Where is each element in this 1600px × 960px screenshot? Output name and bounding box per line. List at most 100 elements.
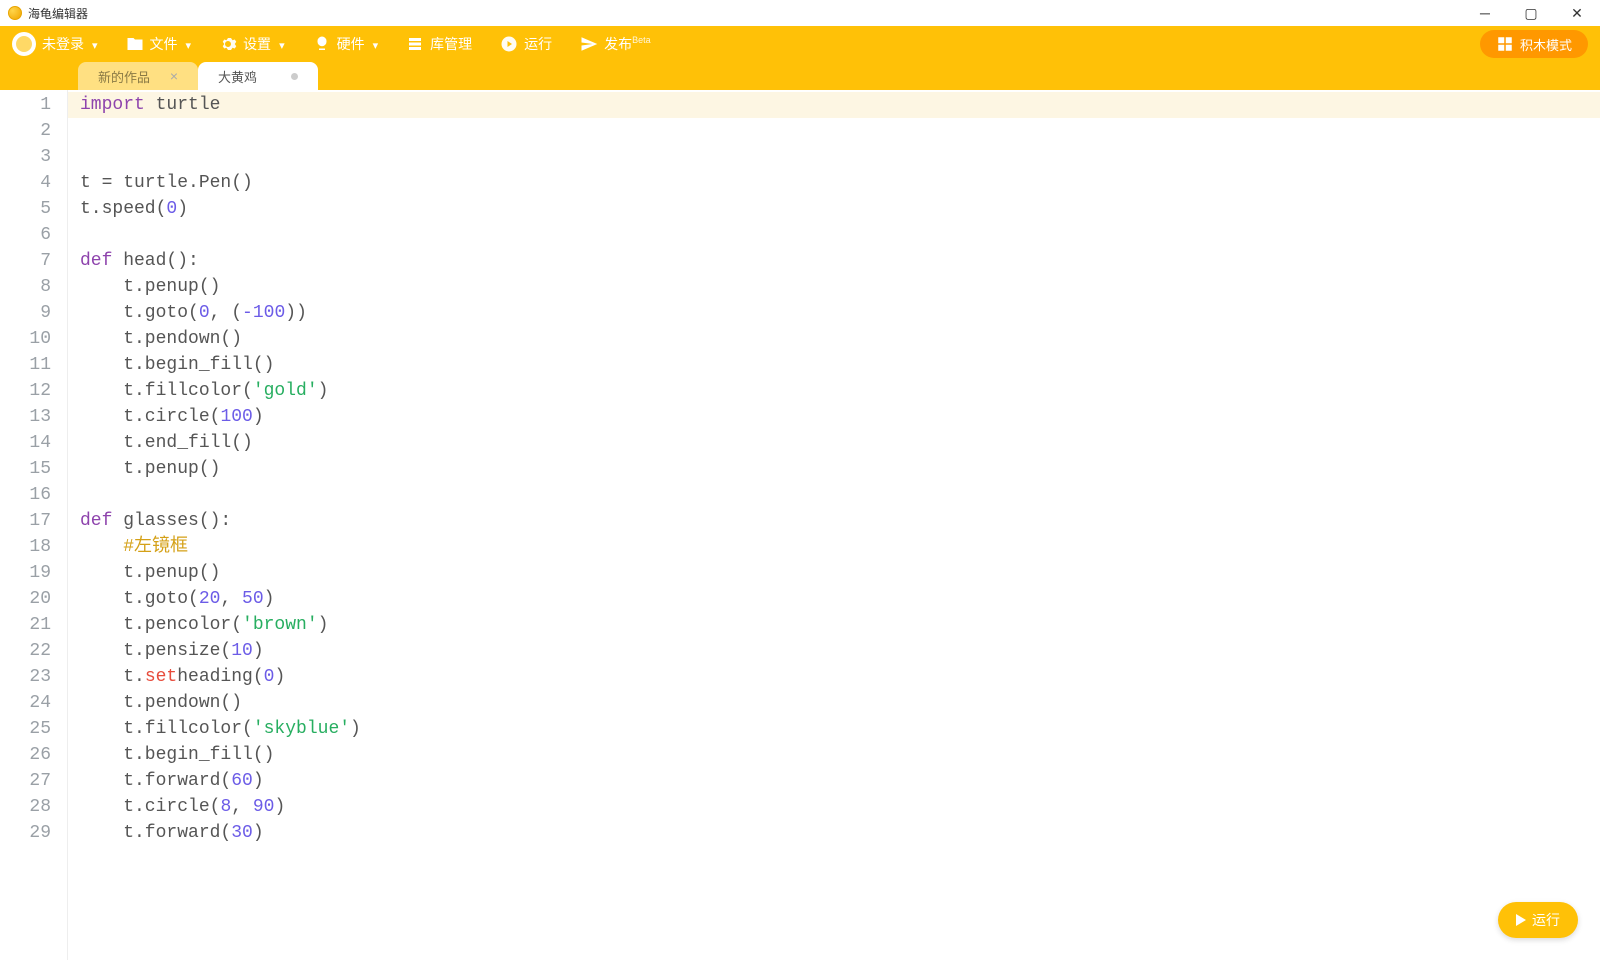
window-titlebar: 海龟编辑器 ─ ▢ ✕	[0, 0, 1600, 26]
main-toolbar: 未登录 文件 设置 硬件 库管理 运行 发布Beta	[0, 26, 1600, 62]
code-line[interactable]: #左镜框	[68, 534, 1600, 560]
code-line[interactable]: t.circle(100)	[68, 404, 1600, 430]
tab-label: 新的作品	[98, 67, 150, 86]
tab-new-project[interactable]: 新的作品 ×	[78, 62, 198, 90]
line-number: 13	[0, 404, 67, 430]
run-fab-button[interactable]: 运行	[1498, 902, 1578, 938]
tab-label: 大黄鸡	[218, 67, 257, 86]
line-number: 11	[0, 352, 67, 378]
line-number: 28	[0, 794, 67, 820]
chevron-down-icon	[371, 36, 379, 52]
line-number: 20	[0, 586, 67, 612]
line-number: 16	[0, 482, 67, 508]
code-line[interactable]: t.begin_fill()	[68, 742, 1600, 768]
line-number: 24	[0, 690, 67, 716]
line-number: 23	[0, 664, 67, 690]
window-close-button[interactable]: ✕	[1554, 0, 1600, 26]
line-number: 2	[0, 118, 67, 144]
file-label: 文件	[150, 34, 178, 54]
code-line[interactable]: def glasses():	[68, 508, 1600, 534]
line-number: 12	[0, 378, 67, 404]
code-line[interactable]: t = turtle.Pen()	[68, 170, 1600, 196]
code-line[interactable]: t.forward(30)	[68, 820, 1600, 846]
code-line[interactable]: t.pensize(10)	[68, 638, 1600, 664]
code-line[interactable]: t.goto(0, (-100))	[68, 300, 1600, 326]
line-number: 14	[0, 430, 67, 456]
play-icon	[1516, 914, 1526, 926]
code-line[interactable]: t.penup()	[68, 274, 1600, 300]
tab-close-icon[interactable]: ×	[170, 68, 178, 84]
code-line[interactable]: t.setheading(0)	[68, 664, 1600, 690]
code-line[interactable]: t.speed(0)	[68, 196, 1600, 222]
code-line[interactable]: t.begin_fill()	[68, 352, 1600, 378]
run-fab-label: 运行	[1532, 910, 1560, 930]
code-line[interactable]: t.circle(8, 90)	[68, 794, 1600, 820]
chevron-down-icon	[90, 36, 98, 52]
code-line[interactable]: t.goto(20, 50)	[68, 586, 1600, 612]
login-menu[interactable]: 未登录	[12, 32, 98, 56]
settings-menu[interactable]: 设置	[219, 34, 285, 54]
app-title: 海龟编辑器	[28, 5, 88, 22]
line-number: 26	[0, 742, 67, 768]
line-number: 18	[0, 534, 67, 560]
line-number: 25	[0, 716, 67, 742]
code-line[interactable]: t.pendown()	[68, 690, 1600, 716]
code-editor[interactable]: 1234567891011121314151617181920212223242…	[0, 90, 1600, 960]
run-button[interactable]: 运行	[500, 34, 552, 54]
line-number: 15	[0, 456, 67, 482]
line-number: 1	[0, 92, 67, 118]
code-line[interactable]: t.fillcolor('gold')	[68, 378, 1600, 404]
hardware-menu[interactable]: 硬件	[313, 34, 379, 54]
library-label: 库管理	[430, 34, 472, 54]
code-line[interactable]	[68, 118, 1600, 144]
block-mode-button[interactable]: 积木模式	[1480, 30, 1588, 58]
code-line[interactable]: def head():	[68, 248, 1600, 274]
tab-modified-dot-icon	[291, 73, 298, 80]
publish-button[interactable]: 发布Beta	[580, 34, 651, 54]
hardware-icon	[313, 35, 331, 53]
run-label: 运行	[524, 34, 552, 54]
publish-label: 发布Beta	[604, 34, 651, 54]
line-number: 10	[0, 326, 67, 352]
blocks-icon	[1496, 35, 1514, 53]
chevron-down-icon	[277, 36, 285, 52]
code-area[interactable]: import turtle t = turtle.Pen()t.speed(0) d…	[68, 90, 1600, 960]
settings-label: 设置	[243, 34, 271, 54]
code-line[interactable]: import turtle	[68, 92, 1600, 118]
line-number-gutter: 1234567891011121314151617181920212223242…	[0, 90, 68, 960]
send-icon	[580, 35, 598, 53]
library-button[interactable]: 库管理	[406, 34, 472, 54]
code-line[interactable]	[68, 482, 1600, 508]
code-line[interactable]: t.end_fill()	[68, 430, 1600, 456]
window-minimize-button[interactable]: ─	[1462, 0, 1508, 26]
line-number: 3	[0, 144, 67, 170]
code-line[interactable]: t.fillcolor('skyblue')	[68, 716, 1600, 742]
app-icon	[8, 6, 22, 20]
line-number: 5	[0, 196, 67, 222]
login-label: 未登录	[42, 34, 84, 54]
code-line[interactable]: t.pendown()	[68, 326, 1600, 352]
line-number: 19	[0, 560, 67, 586]
window-maximize-button[interactable]: ▢	[1508, 0, 1554, 26]
hardware-label: 硬件	[337, 34, 365, 54]
avatar-icon	[12, 32, 36, 56]
line-number: 29	[0, 820, 67, 846]
line-number: 21	[0, 612, 67, 638]
gear-icon	[219, 35, 237, 53]
block-mode-label: 积木模式	[1520, 35, 1572, 54]
line-number: 22	[0, 638, 67, 664]
line-number: 4	[0, 170, 67, 196]
code-line[interactable]: t.penup()	[68, 456, 1600, 482]
code-line[interactable]: t.penup()	[68, 560, 1600, 586]
line-number: 8	[0, 274, 67, 300]
folder-icon	[126, 35, 144, 53]
play-circle-icon	[500, 35, 518, 53]
code-line[interactable]: t.pencolor('brown')	[68, 612, 1600, 638]
line-number: 7	[0, 248, 67, 274]
tab-active[interactable]: 大黄鸡	[198, 62, 318, 90]
code-line[interactable]	[68, 222, 1600, 248]
file-menu[interactable]: 文件	[126, 34, 192, 54]
library-icon	[406, 35, 424, 53]
code-line[interactable]: t.forward(60)	[68, 768, 1600, 794]
code-line[interactable]	[68, 144, 1600, 170]
